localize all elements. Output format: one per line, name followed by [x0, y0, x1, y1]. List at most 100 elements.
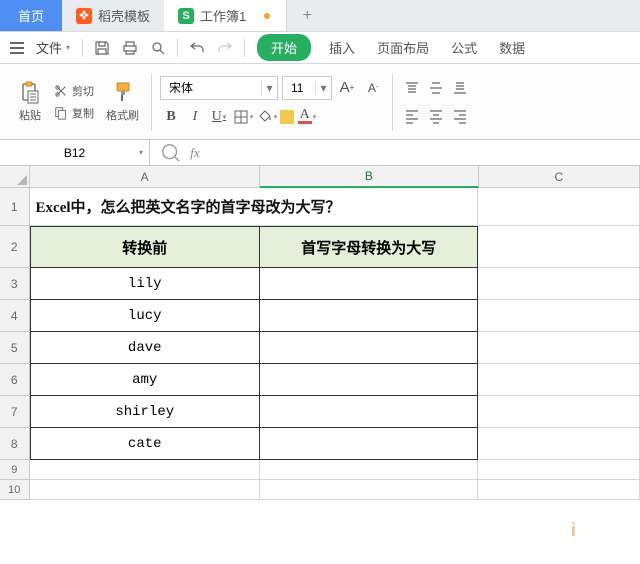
cell[interactable]: [260, 396, 479, 428]
formula-bar: ▾ fx: [0, 140, 640, 166]
row-header[interactable]: 3: [0, 268, 30, 300]
fill-color-button[interactable]: ▾: [256, 106, 278, 128]
menu-start[interactable]: 开始: [257, 34, 311, 61]
format-painter-label: 格式刷: [106, 107, 139, 123]
cell[interactable]: [478, 300, 640, 332]
menu-data[interactable]: 数据: [489, 34, 535, 61]
row-header[interactable]: 5: [0, 332, 30, 364]
align-bottom-button[interactable]: [449, 77, 471, 99]
copy-button[interactable]: 复制: [50, 103, 98, 123]
row-header[interactable]: 7: [0, 396, 30, 428]
cell[interactable]: [478, 460, 640, 480]
print-icon[interactable]: [117, 35, 143, 61]
tab-docker-templates[interactable]: ✜ 稻壳模板: [62, 0, 164, 31]
cell[interactable]: [478, 332, 640, 364]
row-header[interactable]: 1: [0, 188, 30, 226]
col-header-b[interactable]: B: [260, 166, 478, 188]
tab-home[interactable]: 首页: [0, 0, 62, 31]
separator: [392, 73, 393, 131]
menu-file[interactable]: 文件 ▾: [30, 34, 76, 61]
font-shrink-button[interactable]: A-: [362, 77, 384, 99]
cut-button[interactable]: 剪切: [50, 81, 98, 101]
font-size-value: 11: [283, 81, 315, 95]
row-header[interactable]: 6: [0, 364, 30, 396]
cell[interactable]: [260, 460, 479, 480]
col-header-c[interactable]: C: [479, 166, 640, 188]
format-painter-button[interactable]: 格式刷: [102, 79, 143, 125]
undo-icon[interactable]: [184, 35, 210, 61]
cell[interactable]: [478, 268, 640, 300]
align-center-button[interactable]: [425, 105, 447, 127]
save-icon[interactable]: [89, 35, 115, 61]
fill-icon: [257, 107, 273, 126]
column-headers: A B C: [30, 166, 640, 188]
cell[interactable]: [478, 396, 640, 428]
cell-name[interactable]: lucy: [30, 300, 260, 332]
menu-formula[interactable]: 公式: [441, 34, 487, 61]
cell-title[interactable]: Excel中，怎么把英文名字的首字母改为大写？: [30, 188, 479, 226]
borders-icon: [233, 109, 249, 125]
copy-label: 复制: [72, 105, 94, 121]
cell[interactable]: [30, 480, 260, 500]
align-middle-button[interactable]: [425, 77, 447, 99]
font-name-select[interactable]: 宋体 ▾: [160, 76, 278, 100]
cell[interactable]: [478, 364, 640, 396]
align-left-button[interactable]: [401, 105, 423, 127]
row-2: 2 转换前 首写字母转换为大写: [0, 226, 640, 268]
row-header[interactable]: 10: [0, 480, 30, 500]
hamburger-menu-icon[interactable]: [6, 37, 28, 59]
borders-button[interactable]: ▾: [232, 106, 254, 128]
font-color-button[interactable]: A▾: [296, 106, 318, 128]
cell[interactable]: [260, 480, 479, 500]
underline-button[interactable]: U▾: [208, 106, 230, 128]
row-header[interactable]: 2: [0, 226, 30, 268]
cell-header-after[interactable]: 首写字母转换为大写: [260, 226, 479, 268]
cell-name[interactable]: shirley: [30, 396, 260, 428]
font-grow-button[interactable]: A+: [336, 77, 358, 99]
redo-icon[interactable]: [212, 35, 238, 61]
chevron-down-icon: ▾: [315, 81, 331, 95]
preview-icon[interactable]: [145, 35, 171, 61]
fx-button[interactable]: fx: [184, 142, 206, 164]
cell-name[interactable]: amy: [30, 364, 260, 396]
cell-name[interactable]: cate: [30, 428, 260, 460]
align-top-button[interactable]: [401, 77, 423, 99]
cell-name[interactable]: lily: [30, 268, 260, 300]
row-6: 6 amy: [0, 364, 640, 396]
font-color-icon: A: [298, 109, 312, 124]
cell[interactable]: [260, 428, 479, 460]
bold-button[interactable]: B: [160, 106, 182, 128]
cell[interactable]: [260, 268, 479, 300]
select-all-corner[interactable]: [0, 166, 30, 188]
font-size-select[interactable]: 11 ▾: [282, 76, 332, 100]
cell[interactable]: [30, 460, 260, 480]
tab-workbook1[interactable]: S 工作簿1: [164, 0, 287, 31]
menu-page-layout[interactable]: 页面布局: [367, 34, 439, 61]
cell[interactable]: [260, 332, 479, 364]
name-box-input[interactable]: [35, 146, 115, 160]
align-right-button[interactable]: [449, 105, 471, 127]
cell[interactable]: [260, 364, 479, 396]
paste-button[interactable]: 粘贴: [14, 79, 46, 125]
cut-label: 剪切: [72, 83, 94, 99]
cell-header-before[interactable]: 转换前: [30, 226, 260, 268]
menu-insert[interactable]: 插入: [319, 34, 365, 61]
col-header-a[interactable]: A: [30, 166, 260, 188]
menu-label: 文件: [36, 38, 62, 57]
italic-button[interactable]: I: [184, 106, 206, 128]
cell[interactable]: [478, 480, 640, 500]
row-header[interactable]: 8: [0, 428, 30, 460]
cell[interactable]: [478, 428, 640, 460]
clipboard-group: 粘贴 剪切 复制 格式刷: [8, 70, 149, 134]
row-header[interactable]: 4: [0, 300, 30, 332]
tab-label: 稻壳模板: [98, 6, 150, 25]
cell[interactable]: [478, 226, 640, 268]
spreadsheet-grid: A B C 1 Excel中，怎么把英文名字的首字母改为大写？ 2 转换前 首写…: [0, 166, 640, 500]
tab-add-button[interactable]: +: [287, 0, 327, 31]
row-header[interactable]: 9: [0, 460, 30, 480]
cell[interactable]: [260, 300, 479, 332]
name-box[interactable]: ▾: [0, 140, 150, 165]
cell-name[interactable]: dave: [30, 332, 260, 364]
cell[interactable]: [478, 188, 640, 226]
cancel-fx-icon[interactable]: [160, 142, 182, 164]
